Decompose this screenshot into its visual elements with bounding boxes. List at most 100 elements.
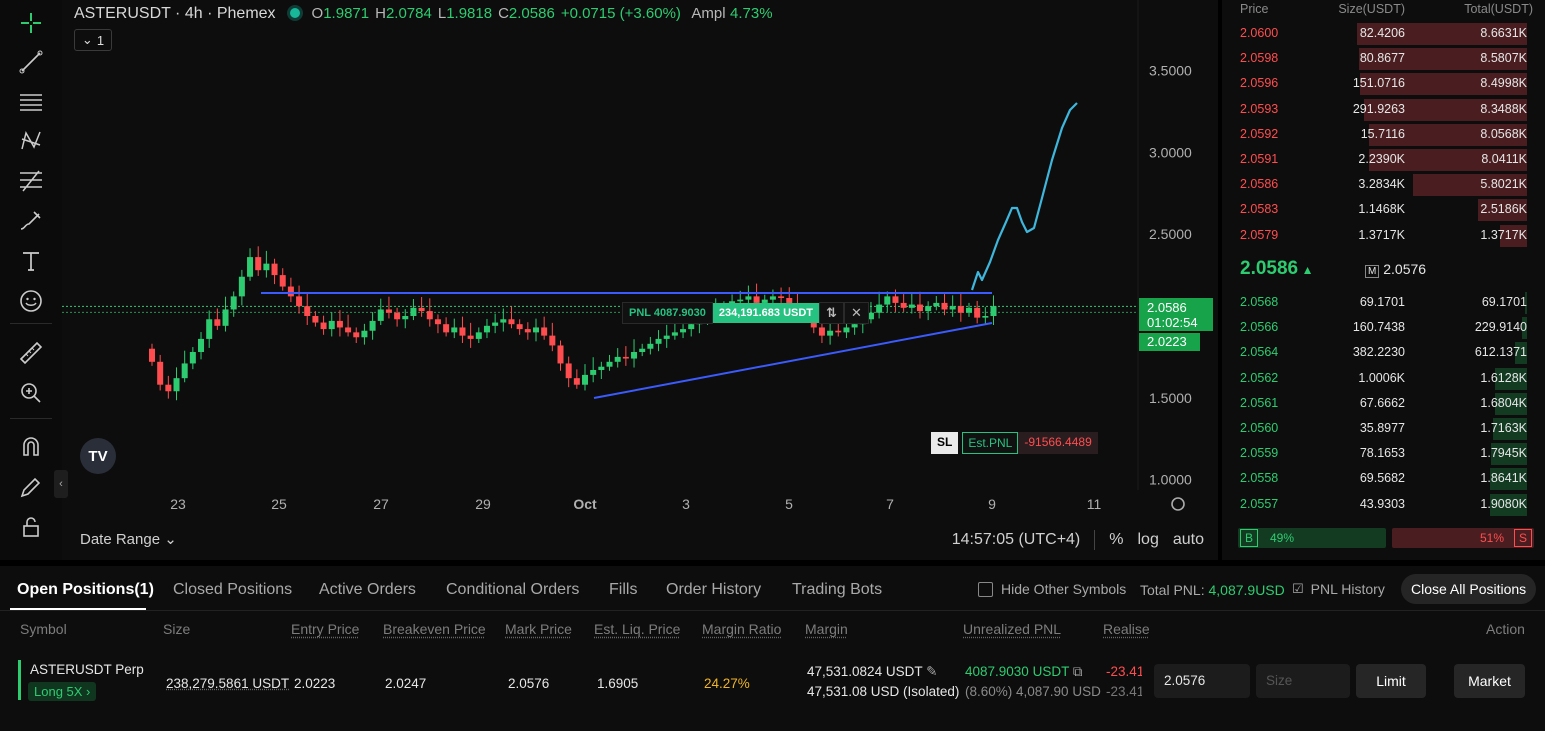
row-total: 1.7945K — [1480, 446, 1527, 461]
candle-body — [990, 306, 997, 316]
col-realised: Realise — [1103, 621, 1150, 637]
percent-scale-toggle[interactable]: % — [1109, 531, 1123, 549]
emoji-icon[interactable] — [14, 284, 48, 318]
bid-row[interactable]: 2.0560 35.8977 1.7163K — [1222, 417, 1545, 440]
pencil-lock-icon[interactable] — [14, 470, 48, 504]
row-price: 2.0583 — [1240, 202, 1279, 217]
active-tab-underline — [10, 608, 146, 610]
candle-body — [353, 332, 360, 338]
x-tick-label: 11 — [1087, 496, 1102, 512]
magnet-icon[interactable] — [14, 430, 48, 464]
candle-body — [149, 348, 155, 362]
row-total: 1.6804K — [1480, 395, 1527, 410]
row-total: 8.0568K — [1480, 126, 1527, 141]
ask-row[interactable]: 2.0592 15.7116 8.0568K — [1222, 123, 1545, 146]
date-range-button[interactable]: Date Range ⌄ — [80, 530, 177, 548]
row-size: 35.8977 — [1359, 421, 1405, 435]
est-pnl-value: -91566.4489 — [1018, 432, 1098, 454]
limit-close-button[interactable]: Limit — [1356, 664, 1426, 698]
close-label: C — [498, 5, 509, 22]
position-breakeven: 2.0247 — [385, 676, 427, 691]
price-chart[interactable]: 3.5000 3.0000 2.5000 1.5000 1.0000 23 25 27 29 Oc… — [54, 0, 1218, 560]
bid-row[interactable]: 2.0558 69.5682 1.8641K — [1222, 467, 1545, 491]
ask-row[interactable]: 2.0596 151.0716 8.4998K — [1222, 72, 1545, 96]
ask-row[interactable]: 2.0591 2.2390K 8.0411K — [1222, 148, 1545, 171]
candle-body — [933, 302, 940, 307]
bid-row[interactable]: 2.0566 160.7438 229.9140 — [1222, 316, 1545, 340]
candle-body — [884, 296, 891, 305]
ask-row[interactable]: 2.0598 80.8677 8.5807K — [1222, 47, 1545, 71]
position-symbol[interactable]: ASTERUSDT Perp — [30, 662, 144, 677]
y-tick-label: 1.0000 — [1149, 472, 1192, 488]
pnl-history-label: PNL History — [1310, 581, 1385, 597]
close-position-icon[interactable]: ✕ — [843, 302, 869, 324]
tab-active-orders[interactable]: Active Orders — [319, 581, 416, 599]
settings-icon — [1171, 497, 1185, 511]
log-scale-toggle[interactable]: log — [1138, 531, 1159, 549]
indicator-toggle[interactable]: ⌄ 1 — [74, 29, 112, 51]
last-price-value: 2.0586 — [1147, 300, 1187, 315]
edit-pencil-icon[interactable]: ✎ — [926, 664, 937, 679]
ask-row[interactable]: 2.0593 291.9263 8.3488K — [1222, 98, 1545, 121]
candle-body — [385, 309, 392, 313]
text-icon[interactable] — [14, 244, 48, 278]
close-all-positions-button[interactable]: Close All Positions — [1401, 574, 1537, 604]
ask-row[interactable]: 2.0600 82.4206 8.6631K — [1222, 22, 1545, 45]
candle-body — [892, 296, 899, 303]
order-book: Price Size(USDT) Total(USDT) 2.0600 82.42… — [1222, 0, 1545, 560]
bid-row[interactable]: 2.0559 78.1653 1.7945K — [1222, 442, 1545, 466]
tab-closed-positions[interactable]: Closed Positions — [173, 581, 292, 599]
row-size: 80.8677 — [1359, 51, 1405, 66]
candle-body — [778, 296, 785, 299]
candle-body — [173, 378, 180, 392]
close-size-input[interactable]: Size — [1256, 664, 1350, 698]
candle-body — [818, 327, 825, 336]
ask-row[interactable]: 2.0583 1.1468K 2.5186K — [1222, 198, 1545, 222]
ask-row[interactable]: 2.0579 1.3717K 1.3717K — [1222, 224, 1545, 247]
position-side-badge[interactable]: Long 5X › — [28, 682, 97, 701]
tab-order-history[interactable]: Order History — [666, 581, 761, 599]
pattern-icon[interactable] — [14, 124, 48, 158]
zoom-icon[interactable] — [14, 376, 48, 410]
symbol-title: ASTERUSDT · 4h · Phemex — [74, 5, 276, 22]
candle-body — [410, 307, 417, 316]
ask-row[interactable]: 2.0586 3.2834K 5.8021K — [1222, 173, 1545, 197]
bid-row[interactable]: 2.0564 382.2230 612.1371 — [1222, 341, 1545, 365]
candle-body — [827, 330, 834, 336]
lock-icon[interactable] — [14, 510, 48, 544]
chevron-down-icon: ⌄ — [164, 531, 177, 548]
hide-other-symbols[interactable]: Hide Other Symbols — [978, 581, 1126, 597]
ruler-icon[interactable] — [14, 336, 48, 370]
candlestick-plot[interactable]: 3.5000 3.0000 2.5000 1.5000 1.0000 23 25 27 29 Oc… — [62, 0, 1218, 560]
crosshair-icon[interactable] — [14, 6, 48, 40]
share-icon[interactable]: ⧉ — [1073, 664, 1083, 679]
bid-row[interactable]: 2.0561 67.6662 1.6804K — [1222, 392, 1545, 415]
fib-icon[interactable] — [14, 164, 48, 198]
close-price-input[interactable]: 2.0576 — [1154, 664, 1250, 698]
bid-row[interactable]: 2.0568 69.1701 69.1701 — [1222, 291, 1545, 314]
tab-conditional-orders[interactable]: Conditional Orders — [446, 581, 579, 599]
market-close-button[interactable]: Market — [1454, 664, 1525, 698]
tab-fills[interactable]: Fills — [609, 581, 637, 599]
candle-body — [957, 306, 964, 313]
candle-body — [925, 306, 932, 312]
tradingview-logo[interactable]: TV — [80, 438, 116, 474]
position-entry: 2.0223 — [294, 676, 336, 691]
chevron-left-icon[interactable]: ‹ — [54, 470, 68, 498]
candle-body — [541, 327, 548, 336]
horizontal-lines-icon[interactable] — [14, 85, 48, 119]
positions-panel: Open Positions(1) Closed Positions Activ… — [0, 566, 1545, 731]
bid-row[interactable]: 2.0562 1.0006K 1.6128K — [1222, 367, 1545, 390]
bid-row[interactable]: 2.0557 43.9303 1.9080K — [1222, 493, 1545, 516]
position-pnl-tag[interactable]: PNL 4087.9030 234,191.683 USDT ⇅ ✕ — [622, 302, 869, 324]
tab-open-positions[interactable]: Open Positions(1) — [17, 581, 154, 599]
brush-icon[interactable] — [14, 204, 48, 238]
tab-trading-bots[interactable]: Trading Bots — [792, 581, 882, 599]
stop-loss-tag[interactable]: SL Est.PNL -91566.4489 — [931, 432, 1098, 454]
trendline-icon[interactable] — [14, 45, 48, 79]
pnl-history-link[interactable]: ☑ PNL History — [1292, 581, 1385, 597]
candle-body — [598, 366, 605, 370]
auto-scale-toggle[interactable]: auto — [1173, 531, 1204, 549]
reverse-icon[interactable]: ⇅ — [819, 302, 844, 324]
checkbox-icon[interactable] — [978, 581, 993, 597]
